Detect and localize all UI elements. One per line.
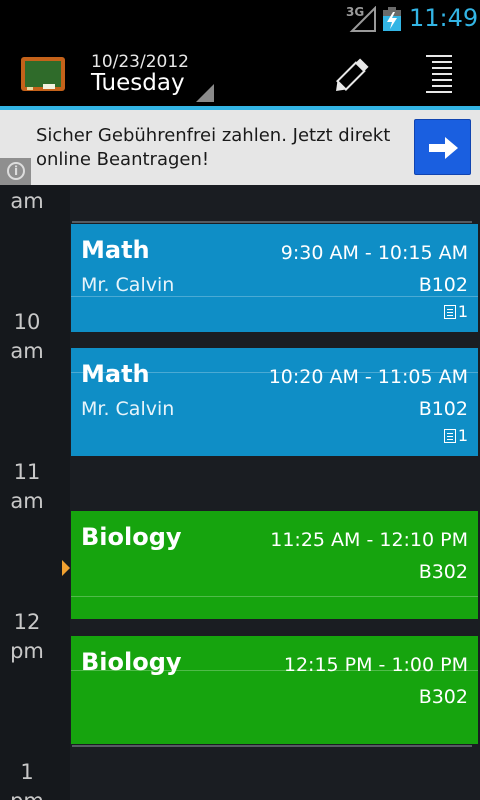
homework-icon <box>443 305 456 319</box>
hour-label: 11 am <box>10 460 44 513</box>
chalkboard-app-icon[interactable] <box>21 57 65 93</box>
hour-label: 12 pm <box>10 610 44 663</box>
ad-info-button[interactable]: i <box>0 158 31 185</box>
event-title: Math <box>81 360 150 388</box>
battery-charging-icon <box>383 7 401 31</box>
current-time-marker <box>62 560 70 576</box>
event-teacher: Mr. Calvin <box>81 398 175 420</box>
event-card[interactable]: Math 10:20 AM - 11:05 AM Mr. Calvin B102… <box>71 348 478 456</box>
ad-text[interactable]: Sicher Gebührenfrei zahlen. Jetzt direkt… <box>36 124 396 172</box>
event-room: B102 <box>418 398 468 420</box>
hour-divider <box>72 745 472 747</box>
event-time: 10:20 AM - 11:05 AM <box>268 366 468 388</box>
status-bar: 3G 11:49 <box>0 0 480 38</box>
event-divider <box>71 296 478 297</box>
event-teacher: Mr. Calvin <box>81 274 175 296</box>
hour-label: 10 am <box>10 310 44 363</box>
list-view-icon[interactable] <box>418 52 458 96</box>
ad-banner[interactable]: Sicher Gebührenfrei zahlen. Jetzt direkt… <box>0 110 480 185</box>
event-time: 9:30 AM - 10:15 AM <box>280 242 468 264</box>
event-time: 11:25 AM - 12:10 PM <box>270 529 468 551</box>
pencil-edit-icon[interactable] <box>328 52 378 96</box>
homework-icon <box>443 429 456 443</box>
event-room: B302 <box>418 686 468 708</box>
date-selector[interactable]: 10/23/2012 Tuesday <box>91 52 221 102</box>
event-homework-count: 1 <box>443 426 468 445</box>
current-date: 10/23/2012 <box>91 52 189 72</box>
status-clock: 11:49 <box>409 4 479 32</box>
hour-label: 1pm <box>10 760 44 800</box>
action-bar: 10/23/2012 Tuesday <box>0 38 480 106</box>
event-time: 12:15 PM - 1:00 PM <box>283 654 468 676</box>
dropdown-corner-icon <box>196 84 214 102</box>
arrow-right-icon <box>429 137 458 159</box>
day-schedule[interactable]: am 10am 11am 12pm 1pm Math 9:30 AM - 10:… <box>0 185 480 800</box>
event-card[interactable]: Biology 12:15 PM - 1:00 PM B302 <box>71 636 478 744</box>
current-day: Tuesday <box>91 70 185 96</box>
event-room: B102 <box>418 274 468 296</box>
event-divider <box>71 596 478 597</box>
event-card[interactable]: Biology 11:25 AM - 12:10 PM B302 <box>71 511 478 619</box>
event-card[interactable]: Math 9:30 AM - 10:15 AM Mr. Calvin B102 … <box>71 224 478 332</box>
event-title: Biology <box>81 648 182 676</box>
hour-label: am <box>10 189 44 213</box>
event-homework-count: 1 <box>443 302 468 321</box>
event-title: Math <box>81 236 150 264</box>
ad-go-button[interactable] <box>414 119 471 175</box>
info-icon: i <box>7 162 25 180</box>
event-room: B302 <box>418 561 468 583</box>
time-column: am 10am 11am 12pm 1pm <box>0 185 70 800</box>
event-title: Biology <box>81 523 182 551</box>
signal-icon <box>349 6 376 32</box>
hour-divider <box>72 221 472 223</box>
